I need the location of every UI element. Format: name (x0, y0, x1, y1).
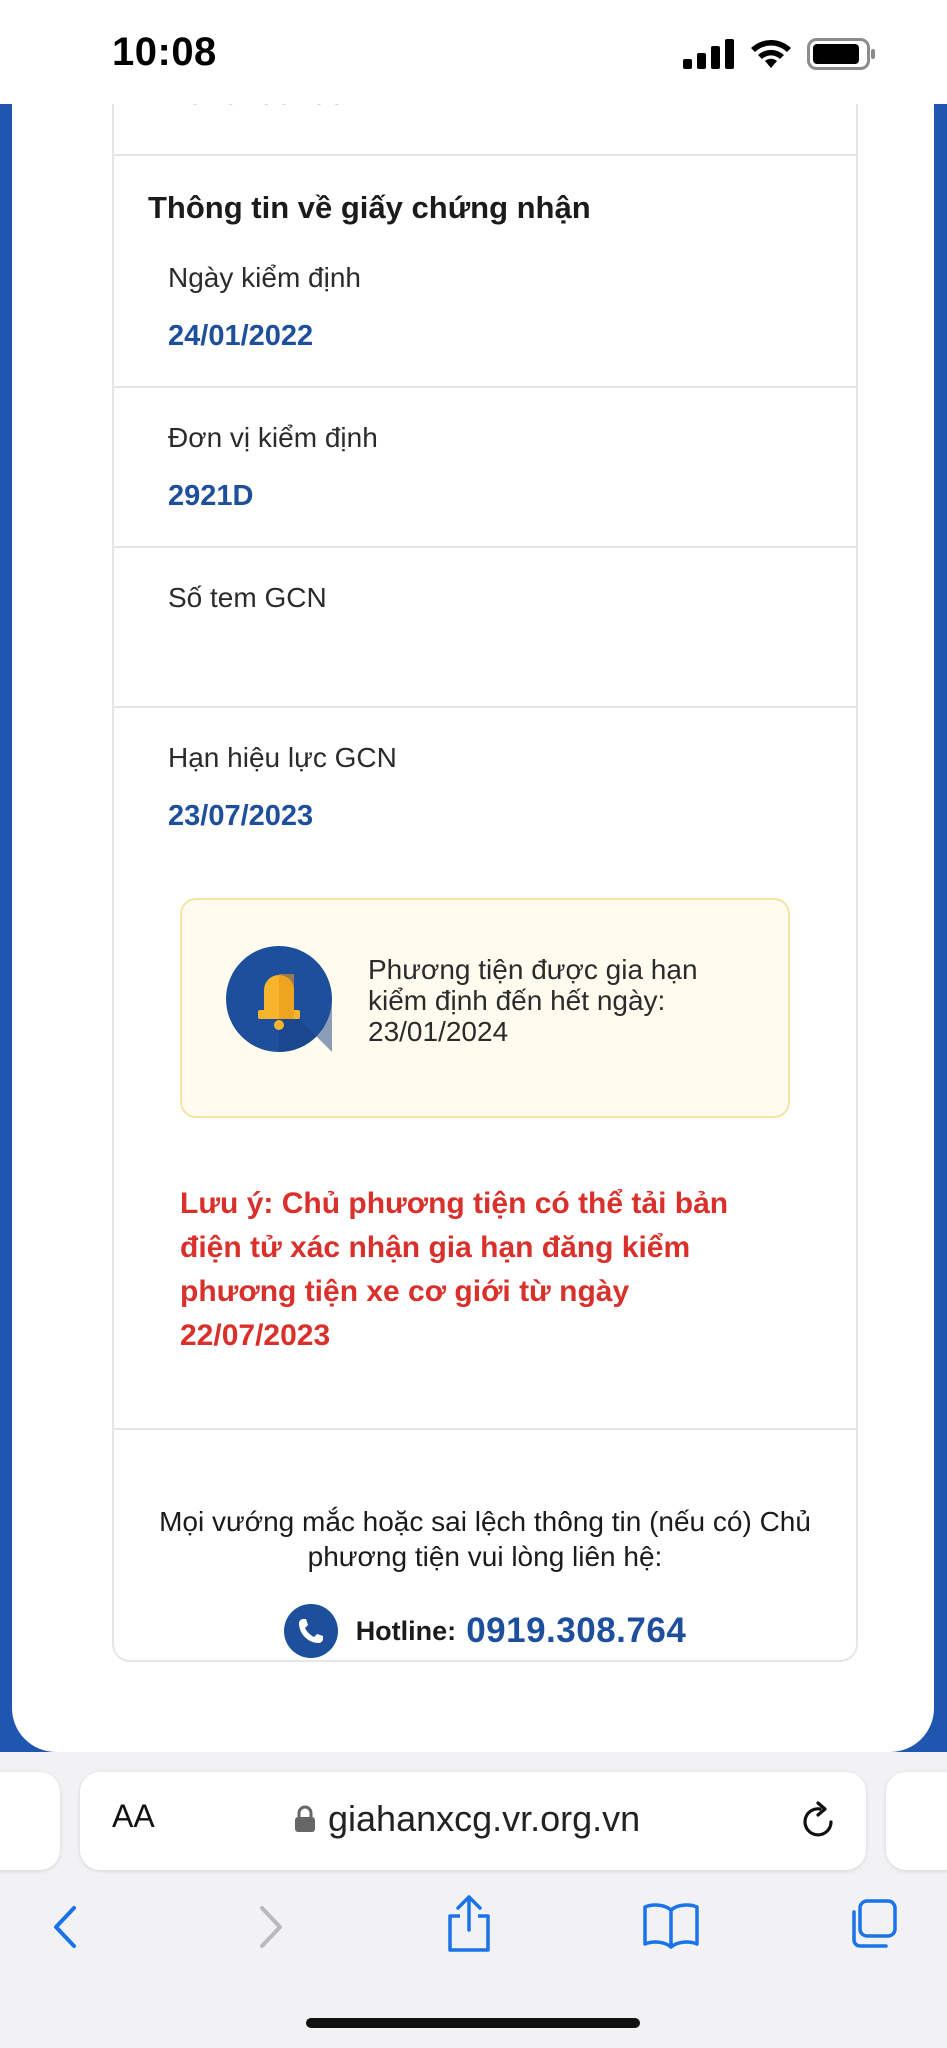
hotline-number[interactable]: 0919.308.764 (466, 1611, 686, 1651)
vehicle-id-value: P520460708 (166, 104, 346, 112)
tabs-icon[interactable] (846, 1898, 898, 1950)
forward-icon[interactable] (254, 1902, 288, 1952)
field-value-inspection-date: 24/01/2022 (168, 320, 314, 352)
signal-icon (683, 39, 734, 69)
hotline-label: Hotline: (355, 1615, 457, 1646)
hotline[interactable]: Hotline: 0919.308.764 (114, 1604, 856, 1658)
next-tab-preview[interactable] (886, 1772, 947, 1870)
field-value-inspection-unit: 2921D (168, 480, 254, 512)
contact-text: Mọi vướng mắc hoặc sai lệch thông tin (n… (114, 1504, 856, 1574)
phone-icon[interactable] (283, 1604, 338, 1658)
back-icon[interactable] (48, 1902, 82, 1952)
status-bar: 10:08 (0, 0, 947, 104)
share-icon[interactable] (446, 1894, 492, 1954)
field-value-valid-until: 23/07/2023 (168, 800, 314, 832)
previous-tab-preview[interactable] (0, 1772, 60, 1870)
status-time: 10:08 (112, 30, 217, 74)
url-display[interactable]: giahanxcg.vr.org.vn (294, 1798, 640, 1840)
lock-icon (295, 1805, 315, 1832)
divider (114, 154, 856, 156)
field-label-stamp-number: Số tem GCN (168, 582, 327, 613)
text-size-button[interactable]: AA (112, 1798, 155, 1835)
bookmarks-icon[interactable] (642, 1900, 700, 1950)
contact-line-2: phương tiện vui lòng liên hệ: (307, 1541, 663, 1572)
notice-line-1: Phương tiện được gia hạn (368, 954, 698, 985)
divider (114, 1428, 856, 1430)
warning-note: Lưu ý: Chủ phương tiện có thể tải bản đi… (180, 1187, 729, 1352)
browser-bar: AA giahanxcg.vr.org.vn (0, 1752, 947, 2048)
address-bar[interactable]: AA giahanxcg.vr.org.vn (80, 1772, 866, 1870)
home-indicator[interactable] (306, 2018, 640, 2028)
web-content: P520460708 Thông tin về giấy chứng nhận … (0, 104, 947, 1752)
notice-text: Phương tiện được gia hạn kiểm định đến h… (368, 954, 748, 1047)
wifi-icon (751, 40, 791, 68)
browser-toolbar (0, 1895, 947, 1982)
battery-icon (807, 38, 875, 70)
status-icons (683, 38, 877, 70)
field-label-valid-until: Hạn hiệu lực GCN (168, 742, 397, 773)
section-title: Thông tin về giấy chứng nhận (148, 190, 591, 225)
field-label-inspection-date: Ngày kiểm định (168, 262, 361, 293)
contact-line-1: Mọi vướng mắc hoặc sai lệch thông tin (n… (159, 1506, 811, 1537)
divider (114, 546, 856, 548)
divider (114, 386, 856, 388)
url-text: giahanxcg.vr.org.vn (328, 1798, 641, 1839)
field-label-inspection-unit: Đơn vị kiểm định (168, 422, 378, 453)
extension-notice: Phương tiện được gia hạn kiểm định đến h… (180, 898, 790, 1118)
reload-icon[interactable] (798, 1798, 838, 1842)
notice-line-2: kiểm định đến hết ngày: (368, 985, 666, 1016)
divider (114, 706, 856, 708)
certificate-card: P520460708 Thông tin về giấy chứng nhận … (112, 104, 858, 1662)
page-surface: P520460708 Thông tin về giấy chứng nhận … (12, 104, 934, 1752)
bell-icon (226, 946, 332, 1052)
notice-line-3: 23/01/2024 (368, 1016, 509, 1047)
